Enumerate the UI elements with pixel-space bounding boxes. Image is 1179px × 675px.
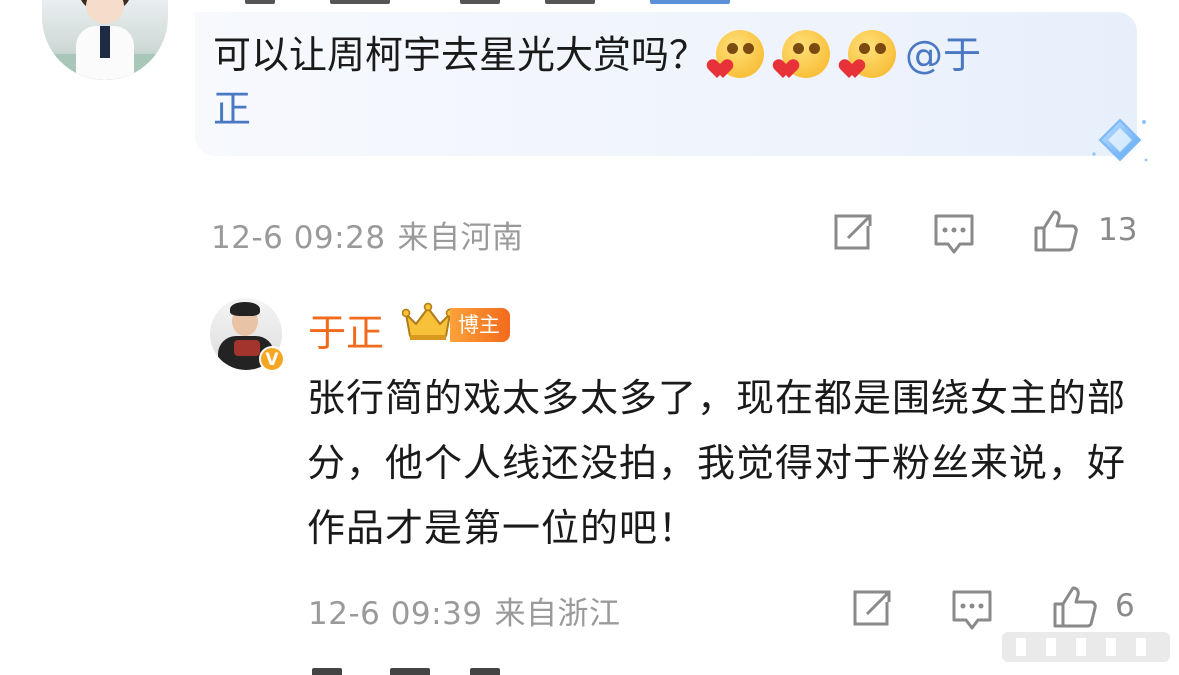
blogger-badge: 博主 xyxy=(450,308,510,342)
reply-like-count: 6 xyxy=(1115,588,1135,624)
mention-link-continued[interactable]: 正 xyxy=(213,87,251,131)
comment-location: 来自河南 xyxy=(397,220,524,256)
diamond-gem-icon xyxy=(1092,118,1148,162)
thumbs-up-icon[interactable] xyxy=(1032,208,1080,254)
commenter-avatar[interactable] xyxy=(42,0,168,80)
comment-icon[interactable] xyxy=(950,588,994,632)
comment-body: 可以让周柯宇去星光大赏吗？ xyxy=(213,33,708,77)
thumbs-up-icon[interactable] xyxy=(1051,584,1099,630)
crown-icon xyxy=(402,302,454,340)
comment-meta: 12-6 09:28 来自河南 xyxy=(211,212,524,257)
reply-location: 来自浙江 xyxy=(494,596,621,632)
reply-time: 12-6 09:39 xyxy=(308,596,483,632)
share-icon[interactable] xyxy=(849,588,893,630)
reply-username[interactable]: 于正 xyxy=(308,302,384,357)
watermark xyxy=(1002,632,1170,662)
comment-icon[interactable] xyxy=(932,212,976,256)
share-icon[interactable] xyxy=(830,212,874,254)
comment-time: 12-6 09:28 xyxy=(211,220,386,256)
verified-badge-icon: V xyxy=(259,346,285,372)
blush-heart-emoji-icon xyxy=(782,30,831,78)
reply-meta: 12-6 09:39 来自浙江 xyxy=(308,588,621,633)
comment-text: 可以让周柯宇去星光大赏吗？ @于正 xyxy=(213,28,1123,136)
mention-link[interactable]: @于 xyxy=(905,33,981,77)
blush-heart-emoji-icon xyxy=(848,30,897,78)
blush-heart-emoji-icon xyxy=(716,30,765,78)
previous-comment-clipped xyxy=(210,0,770,8)
like-count: 13 xyxy=(1098,212,1138,248)
reply-text: 张行简的戏太多太多了，现在都是围绕女主的部分，他个人线还没拍，我觉得对于粉丝来说… xyxy=(307,376,1127,550)
next-comment-clipped xyxy=(300,664,600,675)
